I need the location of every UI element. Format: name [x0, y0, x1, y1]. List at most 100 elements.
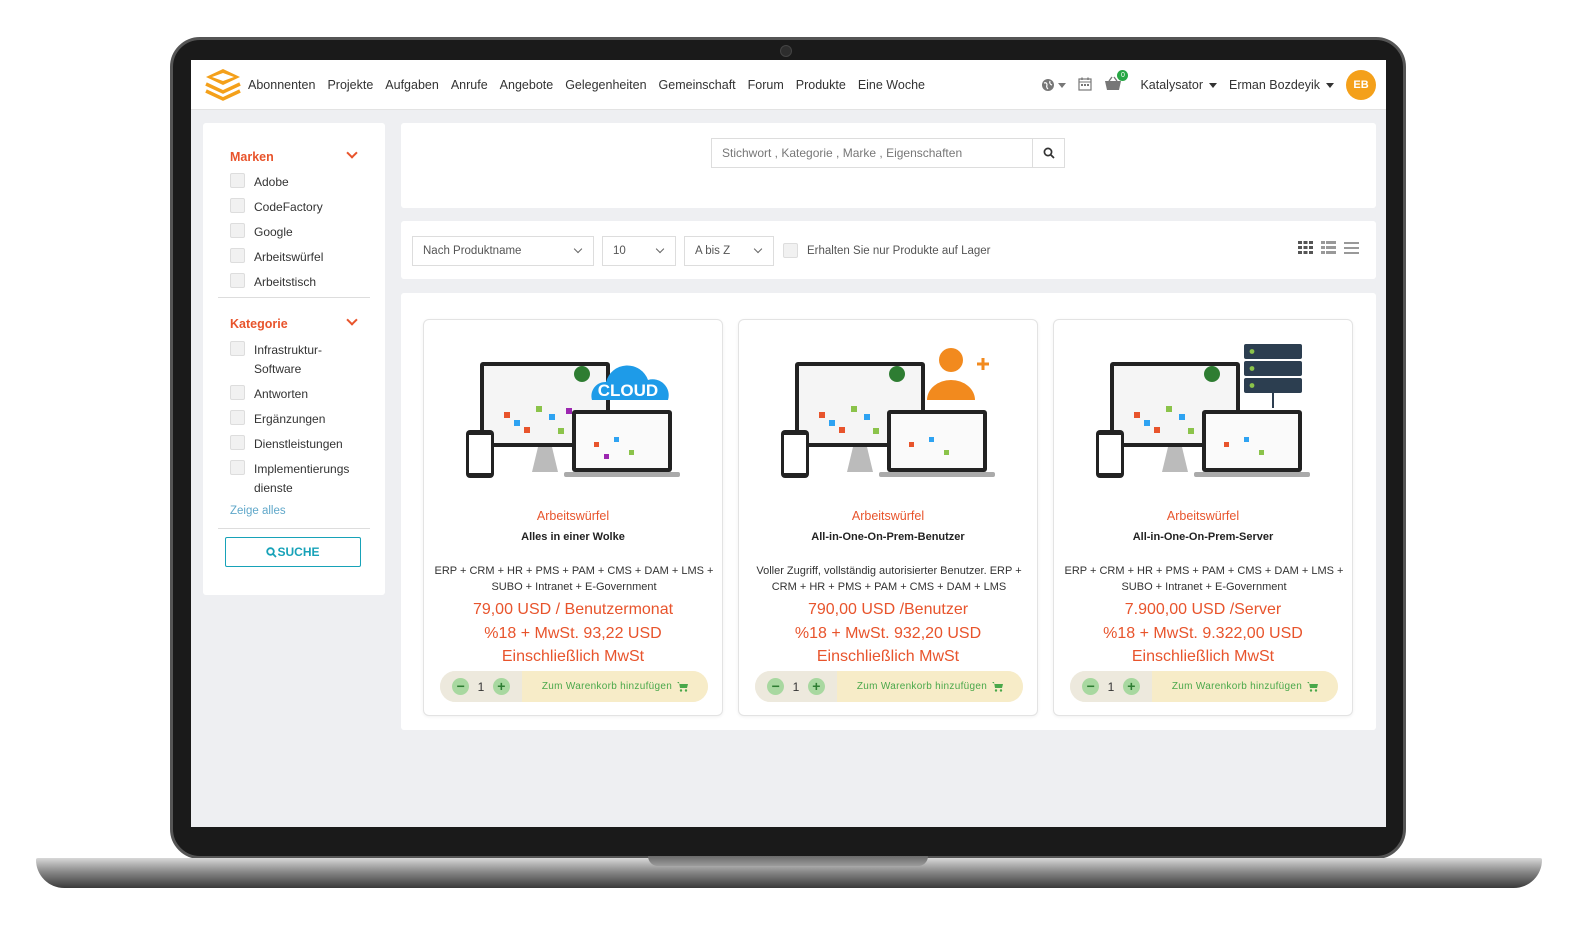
product-card[interactable]: CLOUD Arbeitswürfel Alles in einer Wolke… [423, 319, 723, 716]
brand-filter-codefactory[interactable]: CodeFactory [230, 198, 323, 217]
product-image [1096, 344, 1310, 478]
product-description: ERP + CRM + HR + PMS + PAM + CMS + DAM +… [434, 565, 714, 593]
add-to-cart-label: Zum Warenkorb hinzufügen [541, 681, 673, 692]
category-filter-dienstleistungen[interactable]: Dienstleistungen [230, 435, 343, 454]
cart-count-badge: 0 [1117, 70, 1129, 81]
checkbox[interactable] [230, 460, 245, 475]
laptop-notch [648, 856, 928, 866]
checkbox[interactable] [230, 341, 245, 356]
category-label: Antworten [254, 387, 309, 401]
language-globe-icon[interactable] [1041, 78, 1067, 92]
search-input[interactable]: Stichwort , Kategorie , Marke , Eigensch… [711, 138, 1033, 168]
product-brand[interactable]: Arbeitswürfel [424, 509, 722, 523]
nav-item-gelegenheiten[interactable]: Gelegenheiten [565, 78, 646, 92]
cart-icon [1307, 681, 1319, 692]
product-name[interactable]: Alles in einer Wolke [424, 531, 722, 543]
minus-button[interactable]: − [452, 678, 470, 695]
view-toggle [1298, 241, 1359, 254]
checkbox[interactable] [230, 223, 245, 238]
chevron-down-icon[interactable] [346, 147, 358, 159]
filter-toolbar: Nach Produktname 10 A bis Z Erhalten Sie… [401, 221, 1376, 279]
quantity-value[interactable]: 1 [793, 680, 800, 694]
brand-filter-arbeitswuerfel[interactable]: Arbeitswürfel [230, 248, 323, 267]
price-tax-note: Einschließlich MwSt [1131, 648, 1275, 665]
list-view-icon[interactable] [1344, 241, 1359, 254]
in-stock-checkbox[interactable] [783, 243, 798, 258]
page-size-select[interactable]: 10 [602, 236, 676, 266]
sort-by-select[interactable]: Nach Produktname [412, 236, 594, 266]
screen: Abonnenten Projekte Aufgaben Anrufe Ange… [191, 60, 1386, 827]
add-to-cart-button[interactable]: Zum Warenkorb hinzufügen [522, 671, 708, 702]
show-all-link[interactable]: Zeige alles [230, 505, 286, 517]
product-brand[interactable]: Arbeitswürfel [739, 509, 1037, 523]
order-select[interactable]: A bis Z [684, 236, 774, 266]
plus-button[interactable]: + [492, 678, 510, 695]
nav-item-gemeinschaft[interactable]: Gemeinschaft [659, 78, 736, 92]
add-to-cart-row: − 1 + Zum Warenkorb hinzufügen [1070, 671, 1338, 702]
cart-button[interactable]: 0 [1104, 70, 1129, 94]
plus-button[interactable]: + [807, 678, 825, 695]
nav-item-forum[interactable]: Forum [748, 78, 784, 92]
add-to-cart-button[interactable]: Zum Warenkorb hinzufügen [837, 671, 1023, 702]
chevron-down-icon[interactable] [346, 314, 358, 326]
checkbox[interactable] [230, 198, 245, 213]
category-filter-antworten[interactable]: Antworten [230, 385, 308, 404]
catalog-dropdown[interactable]: Katalysator [1140, 78, 1217, 92]
calendar-icon[interactable] [1078, 77, 1093, 94]
nav-item-angebote[interactable]: Angebote [500, 78, 554, 92]
product-brand[interactable]: Arbeitswürfel [1054, 509, 1352, 523]
price-tax: %18 + MwSt. 9.322,00 USD [1103, 624, 1303, 642]
minus-button[interactable]: − [767, 678, 785, 695]
checkbox[interactable] [230, 385, 245, 400]
product-card[interactable]: Arbeitswürfel All-in-One-On-Prem-Server … [1053, 319, 1353, 716]
search-submit-button[interactable] [1033, 138, 1065, 168]
nav-item-produkte[interactable]: Produkte [796, 78, 846, 92]
app-logo[interactable] [204, 67, 242, 103]
checkbox[interactable] [230, 248, 245, 263]
add-to-cart-button[interactable]: Zum Warenkorb hinzufügen [1152, 671, 1338, 702]
brand-label: Adobe [254, 175, 289, 189]
plus-button[interactable]: + [1122, 678, 1140, 695]
user-menu[interactable]: Erman Bozdeyik [1229, 78, 1334, 92]
quantity-value[interactable]: 1 [1108, 680, 1115, 694]
chevron-down-icon [655, 244, 665, 254]
nav-item-abonnenten[interactable]: Abonnenten [248, 78, 315, 92]
nav-item-aufgaben[interactable]: Aufgaben [385, 78, 439, 92]
brand-filter-adobe[interactable]: Adobe [230, 173, 289, 192]
category-filter-implementierung[interactable]: Implementierungs dienste [230, 460, 349, 498]
product-card[interactable]: Arbeitswürfel All-in-One-On-Prem-Benutze… [738, 319, 1038, 716]
product-name[interactable]: All-in-One-On-Prem-Server [1054, 531, 1352, 543]
avatar[interactable]: EB [1346, 70, 1376, 100]
checkbox[interactable] [230, 173, 245, 188]
brands-title[interactable]: Marken [230, 150, 274, 164]
price-tax: %18 + MwSt. 93,22 USD [484, 624, 662, 642]
nav-item-eine-woche[interactable]: Eine Woche [858, 78, 925, 92]
product-description: ERP + CRM + HR + PMS + PAM + CMS + DAM +… [1064, 565, 1344, 593]
category-title[interactable]: Kategorie [230, 317, 288, 331]
nav-item-anrufe[interactable]: Anrufe [451, 78, 488, 92]
header-actions: 0 Katalysator Erman Bozdeyik EB [1041, 60, 1376, 110]
brand-filter-arbeitstisch[interactable]: Arbeitstisch [230, 273, 316, 292]
brand-filter-google[interactable]: Google [230, 223, 293, 242]
product-name[interactable]: All-in-One-On-Prem-Benutzer [739, 531, 1037, 543]
list-detail-view-icon[interactable] [1321, 241, 1336, 254]
checkbox[interactable] [230, 273, 245, 288]
search-icon [266, 546, 278, 558]
price-value: 79,00 USD / Benutzermonat [472, 601, 674, 618]
minus-button[interactable]: − [1082, 678, 1100, 695]
category-filter-infrastruktur[interactable]: Infrastruktur- Software [230, 341, 322, 379]
cart-icon [992, 681, 1004, 692]
grid-view-icon[interactable] [1298, 241, 1313, 254]
checkbox[interactable] [230, 435, 245, 450]
quantity-value[interactable]: 1 [478, 680, 485, 694]
add-to-cart-label: Zum Warenkorb hinzufügen [1171, 681, 1303, 692]
in-stock-filter[interactable]: Erhalten Sie nur Produkte auf Lager [783, 243, 990, 258]
checkbox[interactable] [230, 410, 245, 425]
product-price: 7.900,00 USD /Server %18 + MwSt. 9.322,0… [1054, 598, 1352, 669]
category-filter-ergaenzungen[interactable]: Ergänzungen [230, 410, 325, 429]
nav-item-projekte[interactable]: Projekte [327, 78, 373, 92]
category-label: Implementierungs dienste [254, 462, 350, 495]
price-value: 7.900,00 USD /Server [1124, 601, 1282, 618]
search-button[interactable]: SUCHE [225, 537, 361, 567]
brand-label: Google [254, 225, 293, 239]
